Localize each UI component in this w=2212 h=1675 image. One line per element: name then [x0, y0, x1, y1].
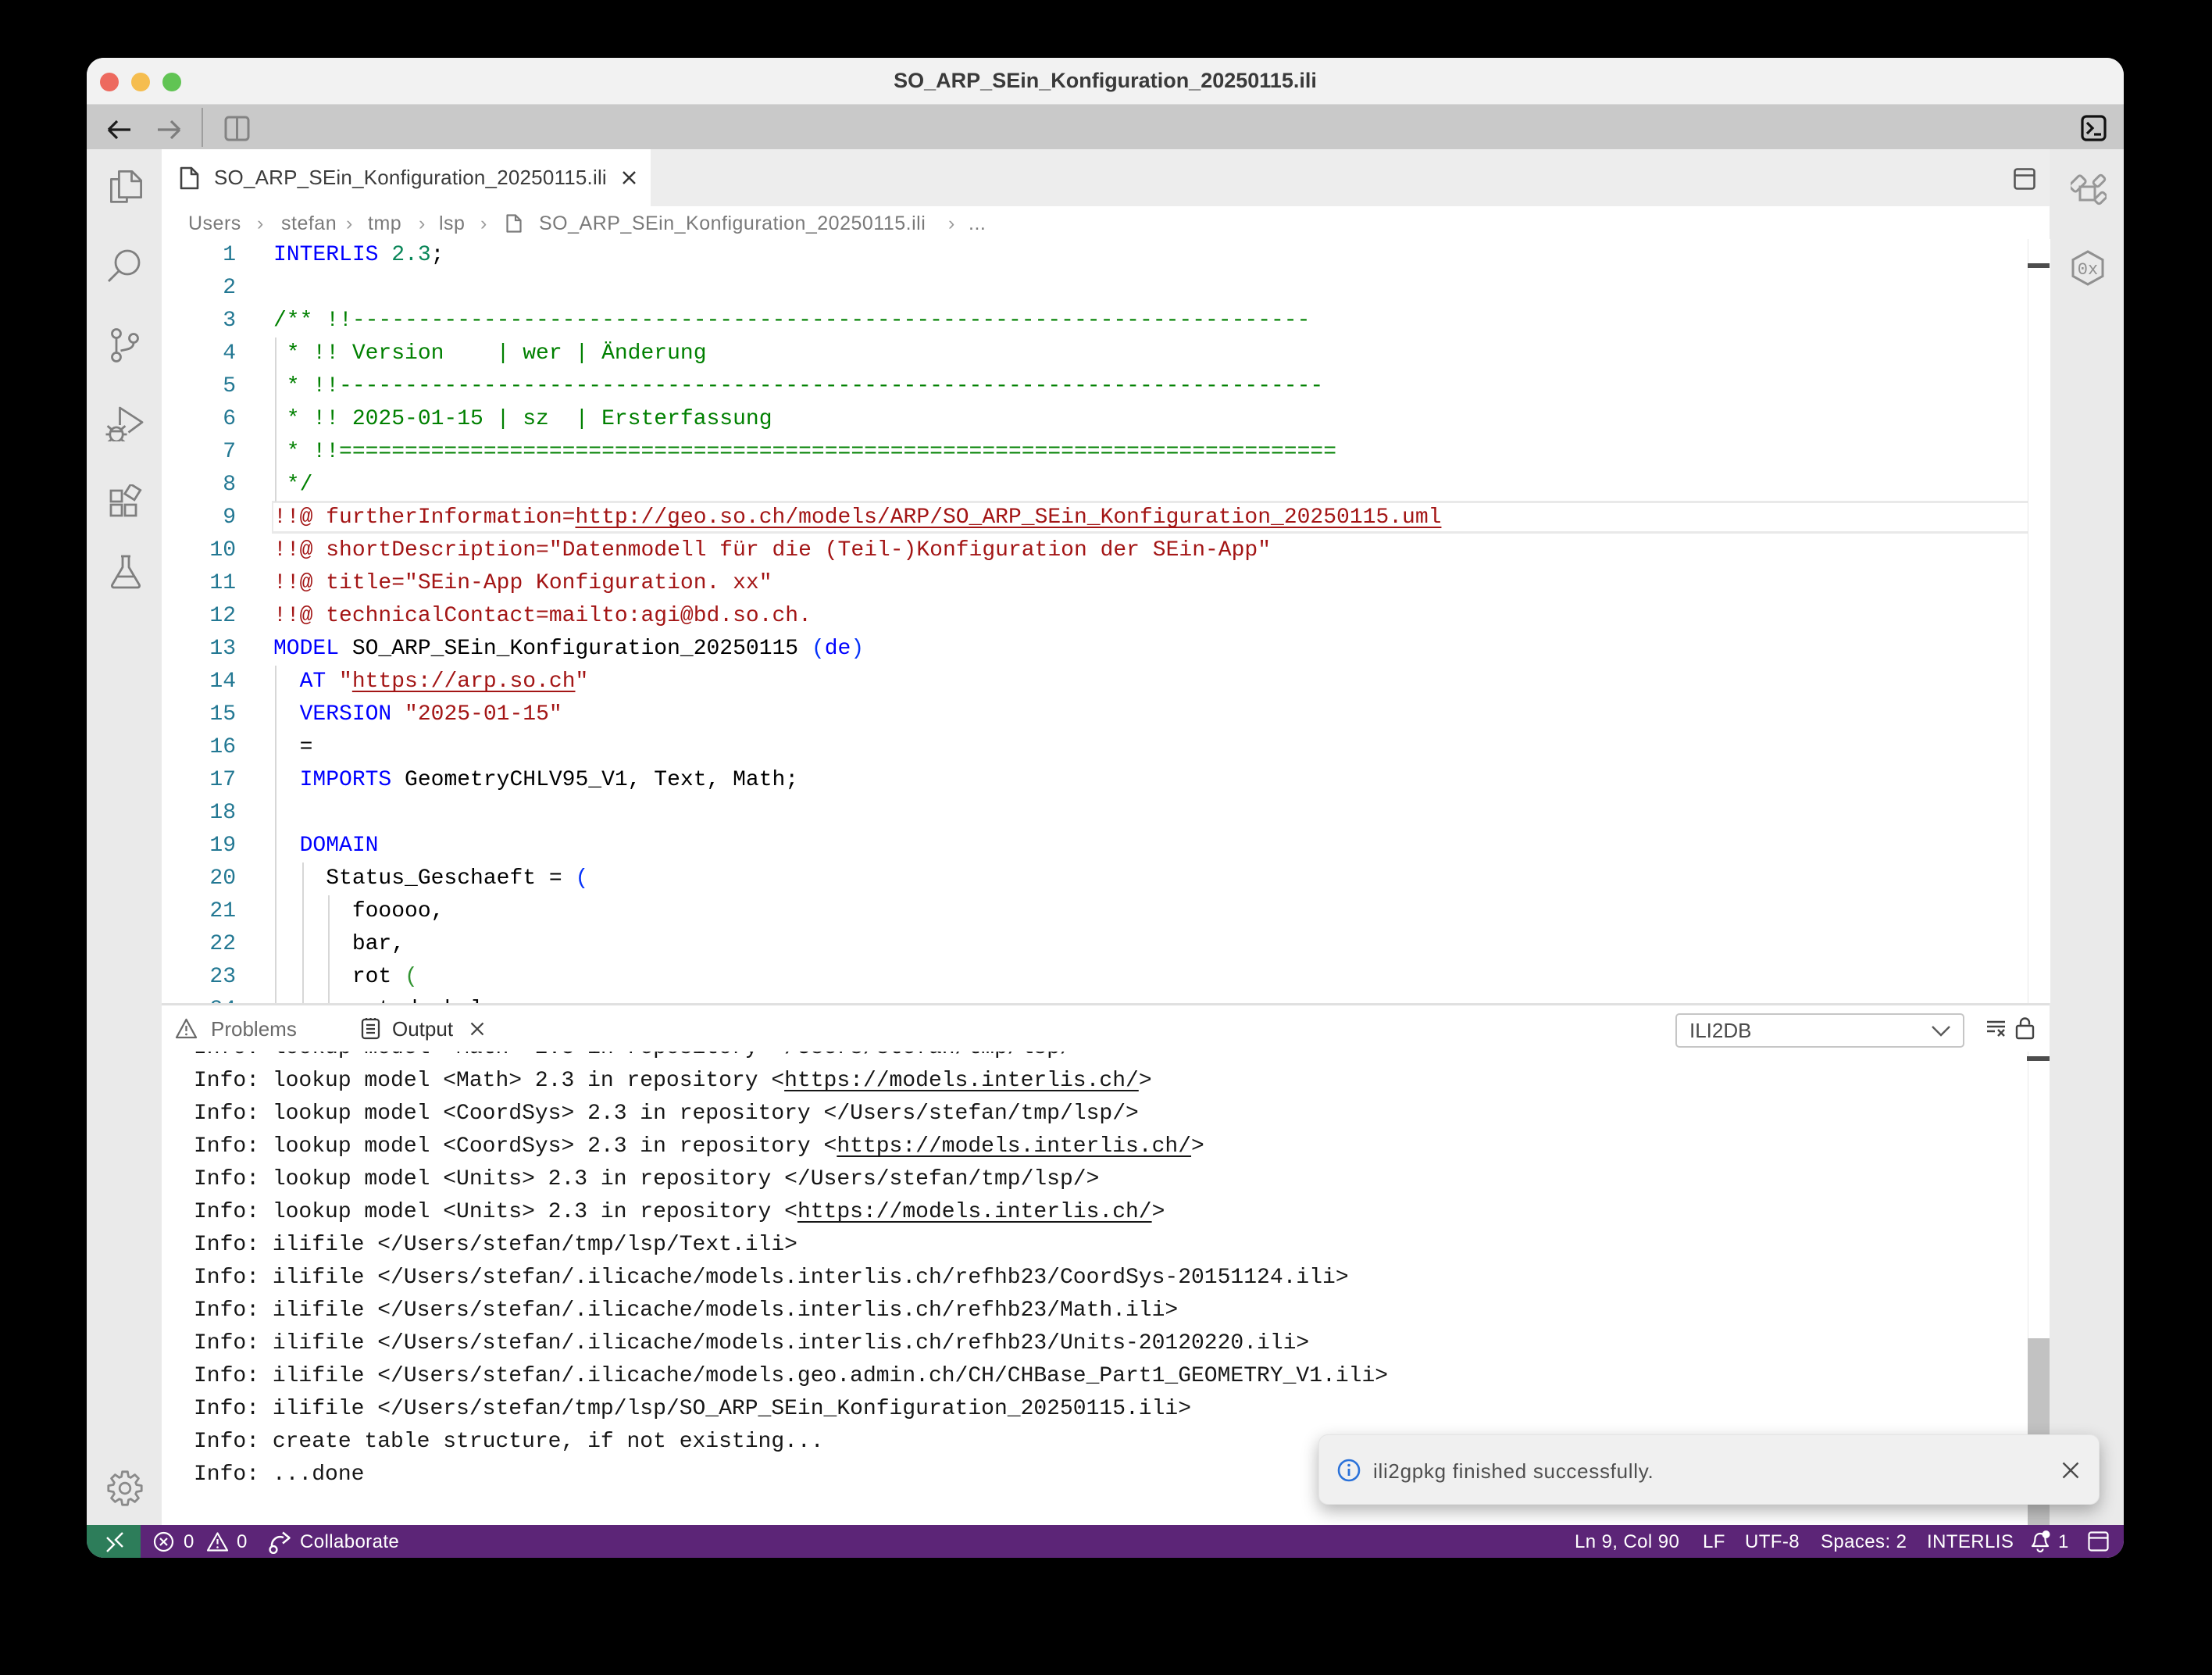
- svg-text:0x: 0x: [2078, 260, 2098, 280]
